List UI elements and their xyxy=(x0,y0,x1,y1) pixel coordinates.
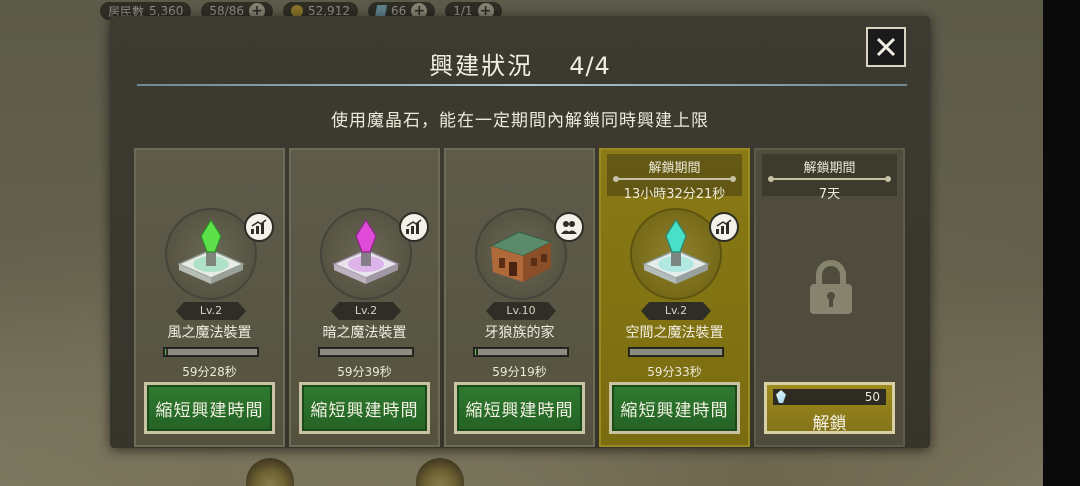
unlock-period-divider xyxy=(613,176,736,182)
level-tag: Lv.2 xyxy=(176,302,246,320)
speed-up-button[interactable]: 縮短興建時間 xyxy=(299,382,430,434)
construction-slot-2: Lv.2 暗之魔法裝置 59分39秒 縮短興建時間 xyxy=(289,148,440,447)
dialog-subtitle: 使用魔晶石，能在一定期間內解鎖同時興建上限 xyxy=(331,111,709,131)
building-name: 暗之魔法裝置 xyxy=(322,325,407,341)
level-tag: Lv.10 xyxy=(486,302,556,320)
residents-icon[interactable] xyxy=(554,212,584,242)
unlock-period-label: 解鎖期間 xyxy=(803,161,856,176)
close-button[interactable] xyxy=(866,27,906,67)
dialog-title-text: 興建狀況 xyxy=(429,52,534,80)
close-icon xyxy=(876,37,896,57)
magic-device-icon xyxy=(332,218,400,284)
building-portrait xyxy=(475,208,567,300)
building-portrait xyxy=(630,208,722,300)
unlock-period-label: 解鎖期間 xyxy=(648,161,701,176)
build-progress-bar xyxy=(628,347,724,357)
dialog-title: 興建狀況 4/4 xyxy=(110,46,930,81)
construction-slot-5-locked: 解鎖期間 7天 50 解鎖 xyxy=(754,148,905,447)
speed-up-button[interactable]: 縮短興建時間 xyxy=(144,382,275,434)
stats-chart-icon[interactable] xyxy=(399,212,429,242)
unlock-period-value: 13小時32分21秒 xyxy=(623,187,726,202)
level-tag: Lv.2 xyxy=(641,302,711,320)
build-progress-bar xyxy=(163,347,259,357)
magic-device-icon xyxy=(177,218,245,284)
speed-up-button[interactable]: 縮短興建時間 xyxy=(609,382,740,434)
building-name: 牙狼族的家 xyxy=(484,325,555,341)
unlock-cost: 50 xyxy=(773,389,886,405)
unlock-period-header: 解鎖期間 7天 xyxy=(762,154,897,202)
wolf-house-icon xyxy=(489,231,553,282)
unlock-cost-value: 50 xyxy=(864,390,880,404)
system-nav-bar xyxy=(1043,0,1080,486)
stats-chart-icon[interactable] xyxy=(244,212,274,242)
speed-up-button[interactable]: 縮短興建時間 xyxy=(454,382,585,434)
construction-status-dialog: 興建狀況 4/4 使用魔晶石，能在一定期間內解鎖同時興建上限 Lv.2 風之魔法裝… xyxy=(110,16,930,448)
unlock-period-value: 7天 xyxy=(818,187,841,202)
unlock-button-label: 解鎖 xyxy=(812,414,847,434)
remaining-time: 59分28秒 xyxy=(182,365,237,379)
stats-chart-icon[interactable] xyxy=(709,212,739,242)
remaining-time: 59分33秒 xyxy=(647,365,702,379)
padlock-icon xyxy=(810,260,852,314)
construction-count: 4/4 xyxy=(569,52,611,80)
magic-device-icon xyxy=(642,218,710,284)
build-progress-bar xyxy=(473,347,569,357)
magic-crystal-icon xyxy=(776,390,786,403)
building-name: 空間之魔法裝置 xyxy=(625,325,724,341)
building-name: 風之魔法裝置 xyxy=(167,325,252,341)
construction-slot-1: Lv.2 風之魔法裝置 59分28秒 縮短興建時間 xyxy=(134,148,285,447)
building-portrait xyxy=(165,208,257,300)
construction-slot-4: 解鎖期間 13小時32分21秒 Lv.2 空間之魔法裝置 59分33秒 縮短興建… xyxy=(599,148,750,447)
building-portrait xyxy=(320,208,412,300)
level-tag: Lv.2 xyxy=(331,302,401,320)
unlock-period-header: 解鎖期間 13小時32分21秒 xyxy=(607,154,742,202)
remaining-time: 59分39秒 xyxy=(337,365,392,379)
remaining-time: 59分19秒 xyxy=(492,365,547,379)
build-progress-bar xyxy=(318,347,414,357)
unlock-period-divider xyxy=(768,176,891,182)
title-divider xyxy=(137,84,907,86)
construction-slot-3: Lv.10 牙狼族的家 59分19秒 縮短興建時間 xyxy=(444,148,595,447)
unlock-slot-button[interactable]: 50 解鎖 xyxy=(764,382,895,434)
